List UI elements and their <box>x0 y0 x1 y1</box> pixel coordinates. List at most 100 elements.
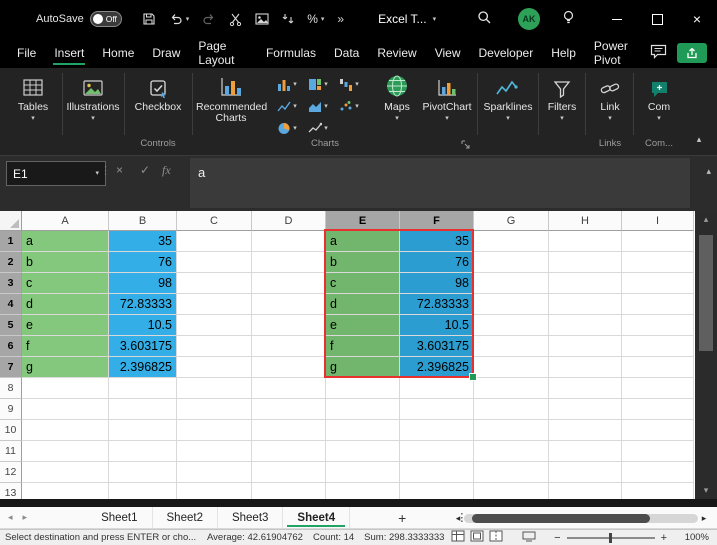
cell-A10[interactable] <box>22 420 109 441</box>
cell-B10[interactable] <box>109 420 177 441</box>
menu-tab-draw[interactable]: Draw <box>143 38 189 68</box>
cell-C9[interactable] <box>177 399 252 420</box>
percent-style-button[interactable]: % ▾ <box>307 12 324 26</box>
menu-tab-insert[interactable]: Insert <box>45 38 93 68</box>
cell-H6[interactable] <box>549 336 622 357</box>
cell-C3[interactable] <box>177 273 252 294</box>
hscroll-track[interactable] <box>464 513 698 523</box>
row-header-1[interactable]: 1 <box>0 231 22 252</box>
cell-D3[interactable] <box>252 273 326 294</box>
cell-H2[interactable] <box>549 252 622 273</box>
autosave-toggle[interactable]: Off <box>89 11 122 27</box>
picture-icon[interactable] <box>255 13 269 25</box>
cell-C8[interactable] <box>177 378 252 399</box>
menu-tab-file[interactable]: File <box>8 38 45 68</box>
save-icon[interactable] <box>142 12 156 26</box>
menu-tab-developer[interactable]: Developer <box>470 38 543 68</box>
cell-B11[interactable] <box>109 441 177 462</box>
pie-chart-button[interactable]: ▾ <box>272 118 302 139</box>
cell-B4[interactable]: 72.83333 <box>109 294 177 315</box>
cell-G8[interactable] <box>474 378 549 399</box>
cell-I13[interactable] <box>622 483 694 499</box>
cell-D12[interactable] <box>252 462 326 483</box>
cell-G2[interactable] <box>474 252 549 273</box>
cell-E9[interactable] <box>326 399 400 420</box>
menu-tab-view[interactable]: View <box>426 38 470 68</box>
row-header-9[interactable]: 9 <box>0 399 22 420</box>
fill-down-icon[interactable] <box>282 13 294 26</box>
close-button[interactable]: × <box>677 0 717 38</box>
menu-tab-formulas[interactable]: Formulas <box>257 38 325 68</box>
cell-I4[interactable] <box>622 294 694 315</box>
row-header-13[interactable]: 13 <box>0 483 22 499</box>
cell-A12[interactable] <box>22 462 109 483</box>
line-chart-button[interactable]: ▾ <box>272 96 302 117</box>
maps-button[interactable]: Maps ▾ <box>374 72 420 134</box>
name-box[interactable]: E1 ▾ <box>6 161 106 186</box>
cell-G10[interactable] <box>474 420 549 441</box>
formula-input[interactable]: a <box>190 158 690 208</box>
more-commands-icon[interactable]: » <box>337 12 344 26</box>
row-header-12[interactable]: 12 <box>0 462 22 483</box>
display-settings-icon[interactable] <box>522 531 536 545</box>
cell-D13[interactable] <box>252 483 326 499</box>
zoom-level[interactable]: 100% <box>675 532 717 543</box>
cell-C6[interactable] <box>177 336 252 357</box>
cell-I7[interactable] <box>622 357 694 378</box>
cell-C4[interactable] <box>177 294 252 315</box>
scatter-chart-button[interactable]: ▾ <box>334 96 364 117</box>
pivotchart-button[interactable]: PivotChart ▾ <box>420 72 474 134</box>
cell-F8[interactable] <box>400 378 474 399</box>
avatar[interactable]: AK <box>518 8 540 30</box>
cell-A3[interactable]: c <box>22 273 109 294</box>
minimize-button[interactable] <box>597 0 637 38</box>
illustrations-button[interactable]: Illustrations ▾ <box>64 72 122 134</box>
cell-A5[interactable]: e <box>22 315 109 336</box>
menu-tab-help[interactable]: Help <box>542 38 585 68</box>
zoom-out-icon[interactable]: − <box>554 532 560 544</box>
menu-tab-data[interactable]: Data <box>325 38 368 68</box>
cell-B7[interactable]: 2.396825 <box>109 357 177 378</box>
normal-view-icon[interactable] <box>451 530 465 545</box>
cell-G13[interactable] <box>474 483 549 499</box>
hscroll-right-icon[interactable]: ▸ <box>698 513 710 524</box>
cell-H5[interactable] <box>549 315 622 336</box>
new-sheet-button[interactable]: + <box>390 507 414 528</box>
cell-F6[interactable]: 3.603175 <box>400 336 474 357</box>
column-header-G[interactable]: G <box>474 211 549 231</box>
cell-A8[interactable] <box>22 378 109 399</box>
lightbulb-icon[interactable] <box>562 10 575 28</box>
cell-A1[interactable]: a <box>22 231 109 252</box>
row-header-11[interactable]: 11 <box>0 441 22 462</box>
cell-G5[interactable] <box>474 315 549 336</box>
cell-E6[interactable]: f <box>326 336 400 357</box>
cell-C10[interactable] <box>177 420 252 441</box>
cell-G4[interactable] <box>474 294 549 315</box>
cell-E11[interactable] <box>326 441 400 462</box>
cell-D11[interactable] <box>252 441 326 462</box>
row-header-4[interactable]: 4 <box>0 294 22 315</box>
cell-E2[interactable]: b <box>326 252 400 273</box>
cell-E8[interactable] <box>326 378 400 399</box>
cell-A9[interactable] <box>22 399 109 420</box>
horizontal-scrollbar[interactable]: ◂ ▸ <box>452 512 710 524</box>
menu-tab-home[interactable]: Home <box>93 38 143 68</box>
cell-B9[interactable] <box>109 399 177 420</box>
cell-F1[interactable]: 35 <box>400 231 474 252</box>
row-header-2[interactable]: 2 <box>0 252 22 273</box>
cell-H13[interactable] <box>549 483 622 499</box>
cell-B5[interactable]: 10.5 <box>109 315 177 336</box>
comment-button[interactable]: Com ▾ <box>637 72 681 134</box>
cell-I2[interactable] <box>622 252 694 273</box>
cancel-icon[interactable]: × <box>116 163 123 177</box>
cell-H8[interactable] <box>549 378 622 399</box>
cell-H3[interactable] <box>549 273 622 294</box>
select-all-corner[interactable] <box>0 211 22 231</box>
vertical-scrollbar[interactable]: ▴ ▾ <box>695 211 717 499</box>
row-header-5[interactable]: 5 <box>0 315 22 336</box>
cell-C7[interactable] <box>177 357 252 378</box>
expand-formula-bar-icon[interactable]: ▴ <box>706 166 711 177</box>
undo-button[interactable]: ▾ <box>169 13 189 25</box>
cell-I3[interactable] <box>622 273 694 294</box>
sparklines-button[interactable]: Sparklines ▾ <box>481 72 535 134</box>
